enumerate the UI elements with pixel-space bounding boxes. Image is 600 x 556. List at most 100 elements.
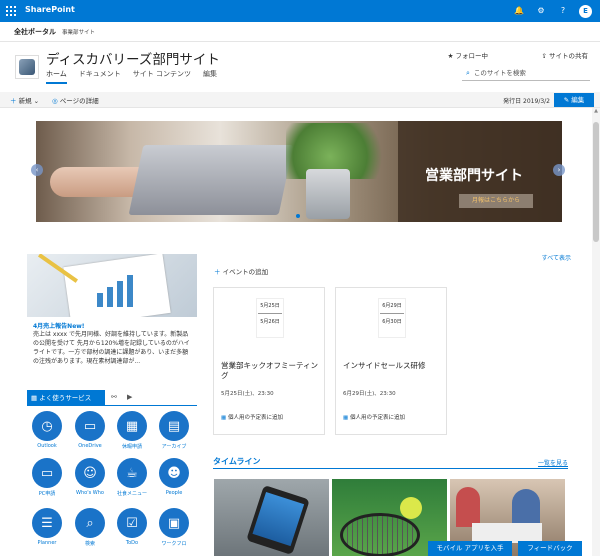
search-icon: ⌕ [466,68,470,77]
star-icon: ★ [447,52,454,60]
share-icon[interactable]: ⚯ [111,393,117,401]
clock-icon: ◷ [32,411,62,441]
event-title[interactable]: インサイドセールス研修 [343,361,441,371]
nav-home[interactable]: ホーム [46,69,67,84]
news-title[interactable]: 4月売上報告New! [33,321,85,330]
quick-link-label: Planner [37,540,57,546]
quick-link-label: 社食メニュー [116,491,147,497]
nav-edit[interactable]: 編集 [203,69,217,84]
news-body: 売上は xxxx で先月同様、好調を維持しています。新製品の公開を受けて 先月か… [33,331,190,365]
quick-link-archive[interactable]: ▤ アーカイブ [153,411,195,457]
add-event-button[interactable]: ＋ イベントの追加 [214,266,268,276]
add-to-calendar-link[interactable]: ▦ 個人用の予定表に追加 [221,413,283,421]
search-input[interactable] [473,69,584,77]
plus-icon: ＋ [10,97,17,105]
scrollbar[interactable] [592,108,600,556]
avatar[interactable]: E [579,4,592,18]
list-icon: ☰ [32,508,62,538]
divider [213,468,568,469]
news-image[interactable] [27,254,197,317]
archive-icon: ▤ [159,411,189,441]
hero-title: 営業部門サイト [425,168,523,184]
chevron-down-icon: ⌄ [33,97,40,105]
carousel-indicator[interactable] [296,214,300,218]
add-to-calendar-link[interactable]: ▦ 個人用の予定表に追加 [343,413,405,421]
pencil-icon: ✎ [563,96,570,104]
app-launcher-icon[interactable] [6,6,16,16]
video-icon[interactable]: ▶ [127,393,132,401]
events-see-all[interactable]: すべて表示 [542,253,571,262]
follow-label: フォロー中 [455,52,489,60]
edit-label: 編集 [571,96,585,104]
site-title[interactable]: ディスカバリーズ部門サイト [46,48,220,68]
event-date: 6月29日 6月30日 [380,302,404,325]
event-card[interactable]: 5月25日 5月26日 営業部キックオフミーティング 5月25日(土)、23:3… [213,287,325,435]
timeline-title: タイムライン [213,457,261,466]
scrollbar-thumb[interactable] [593,122,599,242]
add-to-calendar-label: 個人用の予定表に追加 [227,415,283,421]
quick-link-outlook[interactable]: ◷ Outlook [26,411,68,457]
quick-link-search[interactable]: ⌕ 検索 [69,508,111,554]
command-bar: ＋ 新規 ⌄ ◎ ページの詳細 発行日 2019/3/2 ✎ 編集 [0,92,600,108]
hero-button[interactable]: 月報はこちらから [459,194,533,208]
site-logo[interactable] [15,55,39,79]
folder-icon: ▭ [75,411,105,441]
quick-link-people[interactable]: ☻ People [153,458,195,504]
quick-link-cafeteria[interactable]: ☕ 社食メニュー [111,458,153,504]
help-icon[interactable]: ? [557,4,569,18]
timeline-item-phone[interactable] [214,479,329,556]
quick-link-label: ワークフロ [161,541,187,547]
scroll-up-icon[interactable]: ▲ [592,108,600,116]
bell-icon[interactable]: 🔔 [513,4,525,18]
suite-bar: SharePoint 🔔 ⚙ ? E [0,0,600,22]
quick-link-label: ToDo [125,540,139,546]
event-title[interactable]: 営業部キックオフミーティング [221,361,319,381]
quick-link-label: 休暇申請 [121,444,142,450]
quick-link-pc[interactable]: ▭ PC申請 [26,458,68,504]
event-card[interactable]: 6月29日 6月30日 インサイドセールス研修 6月29日(土)、23:30 ▦… [335,287,447,435]
site-search: ⌕ [462,66,590,81]
feedback-button[interactable]: フィードバック [518,541,582,556]
quick-link-leave[interactable]: ▦ 休暇申請 [111,411,153,457]
tab-quick-services[interactable]: ▦ よく使うサービス [27,390,105,406]
quick-link-planner[interactable]: ☰ Planner [26,508,68,554]
quick-link-workflow[interactable]: ▣ ワークフロ [153,508,195,554]
event-date-end: 5月26日 [260,319,280,325]
event-date: 5月25日 5月26日 [258,302,282,325]
quick-link-label: 検索 [84,541,95,547]
search-icon: ⌕ [75,508,105,538]
hub-nav: 全社ポータル 事業部サイト [0,22,600,42]
nav-documents[interactable]: ドキュメント [79,69,121,84]
quick-link-label: Who's Who [76,490,104,496]
quick-link-label: PC申請 [38,491,56,497]
gear-icon[interactable]: ⚙ [535,4,547,18]
hero-banner[interactable]: 営業部門サイト 月報はこちらから [36,121,562,222]
quick-link-label: アーカイブ [161,444,187,450]
tab-label: よく使うサービス [39,394,92,402]
mobile-app-button[interactable]: モバイル アプリを入手 [428,541,512,556]
page-details-button[interactable]: ◎ ページの詳細 [52,95,99,105]
quick-link-onedrive[interactable]: ▭ OneDrive [69,411,111,457]
share-button[interactable]: ⇪ サイトの共有 [541,50,588,60]
event-date-start: 6月29日 [382,303,402,309]
grid-icon: ▦ [31,394,38,402]
chevron-right-icon[interactable]: › [553,164,565,176]
nav-site-contents[interactable]: サイト コンテンツ [133,69,191,84]
published-date: 発行日 2019/3/2 [503,98,550,105]
timeline-see-all[interactable]: 一覧を見る [538,458,568,467]
share-label: サイトの共有 [549,52,588,60]
edit-button[interactable]: ✎ 編集 [554,93,594,107]
suite-brand[interactable]: SharePoint [25,5,75,14]
new-button[interactable]: ＋ 新規 ⌄ [10,95,39,105]
follow-button[interactable]: ★ フォロー中 [448,50,488,60]
hub-link[interactable]: 事業部サイト [62,28,95,36]
quick-link-whos-who[interactable]: ☺ Who's Who [69,458,111,504]
chevron-left-icon[interactable]: ‹ [31,164,43,176]
quick-link-label: People [165,490,183,496]
hub-title[interactable]: 全社ポータル [14,27,56,37]
add-to-calendar-label: 個人用の予定表に追加 [349,415,405,421]
quick-link-todo[interactable]: ☑ ToDo [111,508,153,554]
quick-services-tabs: ▦ よく使うサービス ⚯ ▶ [27,390,197,406]
event-date-end: 6月30日 [382,319,402,325]
event-time: 5月25日(土)、23:30 [221,391,274,397]
